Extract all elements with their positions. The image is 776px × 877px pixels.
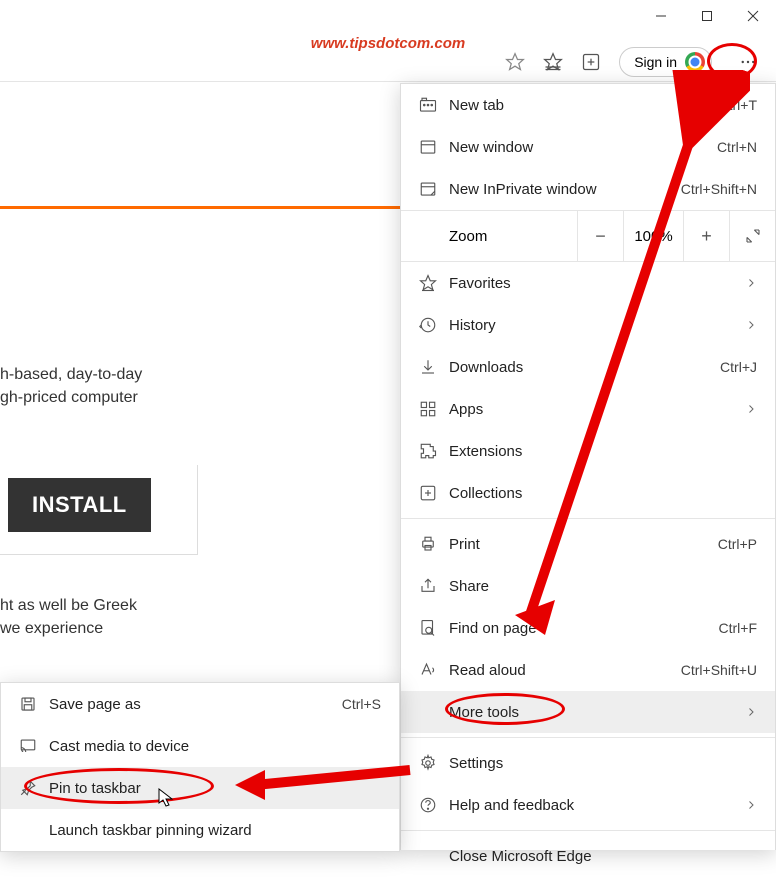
downloads-icon <box>419 358 449 376</box>
menu-zoom-row: Zoom − 100% + <box>401 210 775 262</box>
menu-label: New tab <box>449 97 719 114</box>
menu-find[interactable]: Find on page Ctrl+F <box>401 607 775 649</box>
menu-separator <box>401 830 775 831</box>
apps-icon <box>419 400 449 418</box>
page-text-fragment: h-based, day-to-day gh-priced computer <box>0 363 142 409</box>
chevron-right-icon <box>745 403 757 415</box>
menu-separator <box>401 737 775 738</box>
menu-share[interactable]: Share <box>401 565 775 607</box>
menu-new-tab[interactable]: New tab Ctrl+T <box>401 84 775 126</box>
minimize-button[interactable] <box>638 0 684 32</box>
chrome-profile-icon <box>685 52 705 72</box>
close-window-button[interactable] <box>730 0 776 32</box>
menu-favorites[interactable]: Favorites <box>401 262 775 304</box>
save-icon <box>19 695 49 713</box>
signin-label: Sign in <box>634 54 677 70</box>
signin-button[interactable]: Sign in <box>619 47 712 77</box>
favorites-icon[interactable] <box>543 52 563 72</box>
zoom-percent: 100% <box>623 211 683 261</box>
zoom-out-button[interactable]: − <box>577 211 623 261</box>
history-icon <box>419 316 449 334</box>
chevron-right-icon <box>745 319 757 331</box>
menu-read-aloud[interactable]: Read aloud Ctrl+Shift+U <box>401 649 775 691</box>
submenu-save-as[interactable]: Save page as Ctrl+S <box>1 683 399 725</box>
collections-menu-icon <box>419 484 449 502</box>
extensions-icon <box>419 442 449 460</box>
menu-inprivate[interactable]: New InPrivate window Ctrl+Shift+N <box>401 168 775 210</box>
menu-close-edge[interactable]: Close Microsoft Edge <box>401 835 775 877</box>
new-tab-icon <box>419 96 449 114</box>
more-tools-submenu: Save page as Ctrl+S Cast media to device… <box>0 682 400 852</box>
page-divider <box>0 206 400 209</box>
find-icon <box>419 619 449 637</box>
menu-collections[interactable]: Collections <box>401 472 775 514</box>
inprivate-icon <box>419 180 449 198</box>
print-icon <box>419 535 449 553</box>
help-icon <box>419 796 449 814</box>
submenu-pin-taskbar[interactable]: Pin to taskbar <box>1 767 399 809</box>
chevron-right-icon <box>745 799 757 811</box>
fullscreen-button[interactable] <box>729 211 775 261</box>
cast-icon <box>19 737 49 755</box>
menu-settings[interactable]: Settings <box>401 742 775 784</box>
menu-history[interactable]: History <box>401 304 775 346</box>
watermark-text: www.tipsdotcom.com <box>311 35 465 52</box>
pin-icon <box>19 779 49 797</box>
collections-icon[interactable] <box>581 52 601 72</box>
settings-menu: New tab Ctrl+T New window Ctrl+N New InP… <box>400 83 776 850</box>
read-aloud-icon <box>419 661 449 679</box>
add-favorite-icon[interactable] <box>505 52 525 72</box>
menu-help[interactable]: Help and feedback <box>401 784 775 826</box>
menu-shortcut: Ctrl+T <box>719 97 758 113</box>
menu-apps[interactable]: Apps <box>401 388 775 430</box>
maximize-button[interactable] <box>684 0 730 32</box>
install-button[interactable]: INSTALL <box>8 478 151 532</box>
menu-downloads[interactable]: Downloads Ctrl+J <box>401 346 775 388</box>
submenu-cast[interactable]: Cast media to device <box>1 725 399 767</box>
zoom-label: Zoom <box>401 228 577 245</box>
page-text-fragment-2: ht as well be Greek we experience <box>0 594 137 640</box>
more-menu-button[interactable] <box>730 46 766 78</box>
favorites-menu-icon <box>419 274 449 292</box>
menu-more-tools[interactable]: More tools <box>401 691 775 733</box>
zoom-in-button[interactable]: + <box>683 211 729 261</box>
share-icon <box>419 577 449 595</box>
menu-separator <box>401 518 775 519</box>
new-window-icon <box>419 138 449 156</box>
chevron-right-icon <box>745 277 757 289</box>
menu-print[interactable]: Print Ctrl+P <box>401 523 775 565</box>
gear-icon <box>419 754 449 772</box>
chevron-right-icon <box>745 706 757 718</box>
mouse-cursor-icon <box>158 788 176 808</box>
menu-extensions[interactable]: Extensions <box>401 430 775 472</box>
menu-new-window[interactable]: New window Ctrl+N <box>401 126 775 168</box>
